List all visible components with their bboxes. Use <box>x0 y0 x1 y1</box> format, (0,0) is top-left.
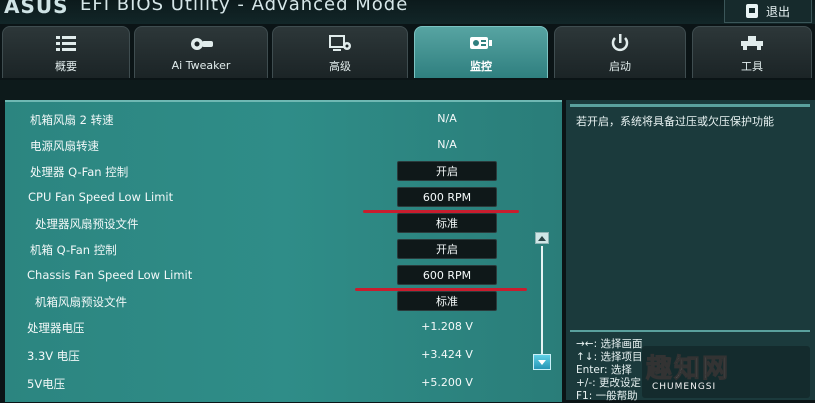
setting-row-cpu-qfan: 处理器 Q-Fan 控制 开启 <box>5 160 562 184</box>
setting-row-3v3-voltage: 3.3V 电压 +3.424 V <box>5 344 562 368</box>
watermark-text: CHUMENGSI <box>652 382 717 392</box>
setting-value: +3.424 V <box>421 348 473 361</box>
setting-label: 处理器风扇预设文件 <box>35 217 139 231</box>
exit-icon <box>745 4 758 18</box>
chassis-fan-low-limit-select[interactable]: 600 RPM <box>397 265 497 285</box>
tab-overview[interactable]: 概要 <box>2 26 130 78</box>
setting-row-5v-voltage: 5V电压 +5.200 V <box>5 372 562 396</box>
setting-value: +1.208 V <box>421 320 473 333</box>
cpu-fan-profile-select[interactable]: 标准 <box>397 213 497 233</box>
power-icon <box>609 32 631 54</box>
setting-label: CPU Fan Speed Low Limit <box>28 190 174 204</box>
content-divider <box>0 80 815 100</box>
setting-label: 机箱 Q-Fan 控制 <box>30 243 117 257</box>
asus-logo: ASUS <box>4 0 69 18</box>
tab-label: 概要 <box>55 59 77 73</box>
setting-label: 机箱风扇 2 转速 <box>30 113 114 127</box>
chevron-down-icon <box>538 359 546 365</box>
help-divider <box>570 330 810 332</box>
setting-label: 处理器电压 <box>27 321 85 335</box>
setting-row-chassis-fan2-speed: 机箱风扇 2 转速 N/A <box>5 108 562 132</box>
settings-scrollbar[interactable] <box>533 232 551 372</box>
tab-label: 监控 <box>470 59 492 73</box>
tab-label: Ai Tweaker <box>171 59 231 72</box>
watermark-logo: 趣知网 <box>645 354 731 385</box>
exit-label: 退出 <box>765 4 790 19</box>
tab-advanced[interactable]: 高级 <box>272 26 408 78</box>
app-title: EFI BIOS Utility - Advanced Mode <box>80 0 409 15</box>
setting-label: 处理器 Q-Fan 控制 <box>30 165 129 179</box>
tab-monitor[interactable]: 监控 <box>414 26 548 78</box>
help-divider <box>570 104 810 107</box>
tools-icon <box>739 32 765 54</box>
tab-label: 启动 <box>609 59 631 73</box>
tab-ai-tweaker[interactable]: Ai Tweaker <box>134 26 268 78</box>
setting-row-chassis-fan-profile: 机箱风扇预设文件 标准 <box>5 290 562 314</box>
setting-row-chassis-fan-low-limit: Chassis Fan Speed Low Limit 600 RPM <box>5 264 562 288</box>
tab-boot[interactable]: 启动 <box>554 26 686 78</box>
tab-label: 工具 <box>741 59 763 73</box>
monitor-icon <box>468 32 494 54</box>
chassis-qfan-toggle[interactable]: 开启 <box>397 239 497 259</box>
setting-row-psu-fan-speed: 电源风扇转速 N/A <box>5 134 562 158</box>
setting-row-chassis-qfan: 机箱 Q-Fan 控制 开启 <box>5 238 562 262</box>
scroll-track-line <box>541 246 543 354</box>
setting-row-cpu-fan-profile: 处理器风扇预设文件 标准 <box>5 212 562 236</box>
setting-row-cpu-fan-low-limit: CPU Fan Speed Low Limit 600 RPM <box>5 186 562 210</box>
setting-row-cpu-voltage: 处理器电压 +1.208 V <box>5 316 562 340</box>
scroll-up-button[interactable] <box>535 232 549 244</box>
title-bar: ASUS EFI BIOS Utility - Advanced Mode 退出 <box>0 0 815 24</box>
setting-value: N/A <box>437 138 457 151</box>
setting-label: 机箱风扇预设文件 <box>35 295 127 309</box>
scroll-down-button[interactable] <box>533 354 551 370</box>
setting-label: Chassis Fan Speed Low Limit <box>27 268 193 282</box>
list-icon <box>55 32 77 54</box>
monitor-settings-panel: 机箱风扇 2 转速 N/A 电源风扇转速 N/A 处理器 Q-Fan 控制 开启… <box>5 100 562 402</box>
tab-tools[interactable]: 工具 <box>692 26 812 78</box>
cpu-fan-low-limit-select[interactable]: 600 RPM <box>397 187 497 207</box>
tab-label: 高级 <box>329 59 351 73</box>
chevron-up-icon <box>538 235 546 241</box>
setting-label: 5V电压 <box>27 377 66 391</box>
tweaker-icon <box>188 33 214 55</box>
advanced-icon <box>328 32 352 54</box>
setting-value: N/A <box>437 112 457 125</box>
exit-button[interactable]: 退出 <box>724 0 812 23</box>
watermark: 趣知网 CHUMENGSI <box>642 346 810 398</box>
setting-value: +5.200 V <box>421 376 473 389</box>
main-tabs: 概要 Ai Tweaker 高级 监控 启动 工具 <box>0 26 815 80</box>
setting-label: 3.3V 电压 <box>27 349 80 363</box>
help-description: 若开启，系统将具备过压或欠压保护功能 <box>576 115 774 128</box>
cpu-qfan-toggle[interactable]: 开启 <box>397 161 497 181</box>
chassis-fan-profile-select[interactable]: 标准 <box>397 291 497 311</box>
setting-label: 电源风扇转速 <box>30 139 99 153</box>
key-hint: F1: 一般帮助 <box>576 390 638 402</box>
